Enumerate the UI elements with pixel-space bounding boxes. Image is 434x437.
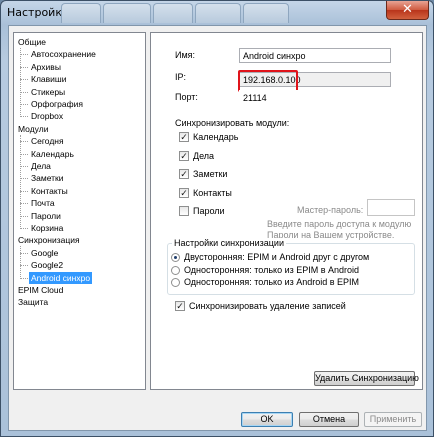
master-password-hint-2: Пароли на Вашем устройстве.: [267, 230, 395, 240]
module-label: Заметки: [193, 169, 228, 179]
background-tab: [61, 3, 101, 23]
close-button[interactable]: ✕: [386, 1, 429, 20]
tree-item[interactable]: Орфография: [29, 98, 85, 110]
ip-highlight-box: [238, 70, 298, 92]
tree-item[interactable]: Синхронизация: [16, 234, 82, 246]
sync-direction-label: Двусторонняя: EPIM и Android друг с друг…: [184, 252, 370, 262]
tree-connector: [20, 252, 28, 254]
sync-delete-checkbox[interactable]: ✓: [175, 301, 185, 311]
tree-connector: [20, 190, 28, 192]
check-icon: ✓: [176, 301, 184, 311]
settings-tree[interactable]: Общие Автосохранение Архивы Клавиши Стикеры О…: [13, 32, 146, 390]
background-tab: [103, 3, 151, 23]
ok-button[interactable]: OK: [241, 412, 293, 427]
window-title: Настройки: [7, 6, 70, 19]
tree-connector: [20, 178, 28, 180]
ip-label: IP:: [175, 72, 187, 82]
tree-connector: [20, 246, 21, 279]
tree-item[interactable]: Дела: [29, 160, 53, 172]
sync-modules-label: Синхронизировать модули:: [175, 118, 290, 128]
close-icon: ✕: [402, 2, 413, 17]
tree-item[interactable]: Стикеры: [29, 86, 67, 98]
sync-direction-radio[interactable]: [171, 278, 180, 287]
tree-item[interactable]: Google2: [29, 259, 65, 271]
tree-item[interactable]: Общие: [16, 36, 48, 48]
tree-item[interactable]: Заметки: [29, 172, 66, 184]
check-icon: ✓: [180, 187, 188, 198]
module-label: Пароли: [193, 206, 225, 216]
name-label: Имя:: [175, 50, 196, 60]
check-icon: ✓: [180, 150, 188, 161]
check-icon: ✓: [180, 132, 188, 142]
android-sync-panel: Имя: Android синхро IP: 192.168.0.100 По…: [150, 32, 423, 390]
tree-connector: [20, 215, 28, 217]
tree-item[interactable]: Android синхро: [29, 271, 93, 284]
tree-connector: [20, 91, 28, 93]
sync-direction-radio[interactable]: [171, 265, 180, 275]
tree-connector: [20, 48, 21, 118]
tree-item[interactable]: Dropbox: [29, 110, 65, 122]
check-icon: ✓: [180, 169, 188, 179]
module-label: Календарь: [193, 132, 239, 142]
tree-connector: [20, 153, 28, 155]
tree-item[interactable]: Архивы: [29, 61, 63, 73]
dialog-client-area: Общие Автосохранение Архивы Клавиши Стикеры О…: [8, 25, 427, 431]
module-checkbox[interactable]: [179, 206, 189, 216]
module-checkbox[interactable]: ✓: [179, 169, 189, 179]
tree-item[interactable]: EPIM Cloud: [16, 284, 65, 296]
name-field[interactable]: Android синхро: [239, 48, 391, 63]
tree-item[interactable]: Автосохранение: [29, 48, 98, 60]
background-tab: [243, 3, 289, 23]
tree-connector: [20, 228, 28, 229]
sync-settings-group: Настройки синхронизации Двусторонняя: EP…: [167, 238, 415, 295]
apply-button[interactable]: Применить: [364, 412, 422, 427]
tree-connector: [20, 66, 28, 68]
tree-item[interactable]: Клавиши: [29, 73, 68, 85]
tree-connector: [20, 277, 28, 279]
sync-direction-radio[interactable]: [171, 253, 180, 262]
tree-item[interactable]: Календарь: [29, 148, 76, 160]
module-checkbox[interactable]: ✓: [179, 132, 189, 142]
title-bar[interactable]: Настройки ✕: [1, 1, 433, 25]
port-label: Порт:: [175, 92, 198, 102]
module-checkbox[interactable]: ✓: [179, 187, 189, 198]
tree-connector: [20, 166, 28, 167]
tree-connector: [20, 203, 28, 205]
tree-connector: [20, 54, 28, 56]
tree-connector: [20, 79, 28, 81]
module-checkbox[interactable]: ✓: [179, 150, 189, 161]
sync-direction-label: Односторонняя: только из EPIM в Android: [184, 264, 360, 275]
module-label: Дела: [193, 150, 215, 161]
tree-connector: [20, 134, 21, 229]
sync-delete-label: Синхронизировать удаление записей: [189, 301, 346, 311]
tree-connector: [20, 141, 28, 143]
delete-sync-button[interactable]: Удалить Синхронизацию: [314, 371, 419, 386]
module-label: Контакты: [193, 187, 232, 198]
background-tab: [195, 3, 241, 23]
tree-connector: [20, 104, 28, 105]
background-tab: [153, 3, 193, 23]
settings-window: Настройки ✕ Общие Автосохранение Архивы Кла…: [0, 0, 434, 437]
tree-connector: [20, 116, 28, 118]
sync-direction-label: Односторонняя: только из Android в EPIM: [184, 277, 360, 287]
port-field[interactable]: 21114: [239, 90, 299, 105]
tree-item[interactable]: Защита: [16, 296, 50, 308]
tree-item[interactable]: Пароли: [29, 210, 63, 222]
tree-item[interactable]: Модули: [16, 123, 50, 135]
cancel-button[interactable]: Отмена: [299, 412, 359, 427]
tree-item[interactable]: Корзина: [29, 222, 65, 234]
tree-connector: [20, 265, 28, 267]
master-password-label: Мастер-пароль:: [297, 205, 364, 215]
tree-item[interactable]: Контакты: [29, 185, 70, 197]
master-password-field[interactable]: [367, 199, 415, 216]
tree-item[interactable]: Сегодня: [29, 135, 66, 147]
tree-item[interactable]: Google: [29, 247, 60, 259]
tree-item[interactable]: Почта: [29, 197, 57, 209]
sync-settings-title: Настройки синхронизации: [172, 238, 286, 248]
master-password-hint-1: Введите пароль доступа к модулю: [267, 219, 412, 229]
